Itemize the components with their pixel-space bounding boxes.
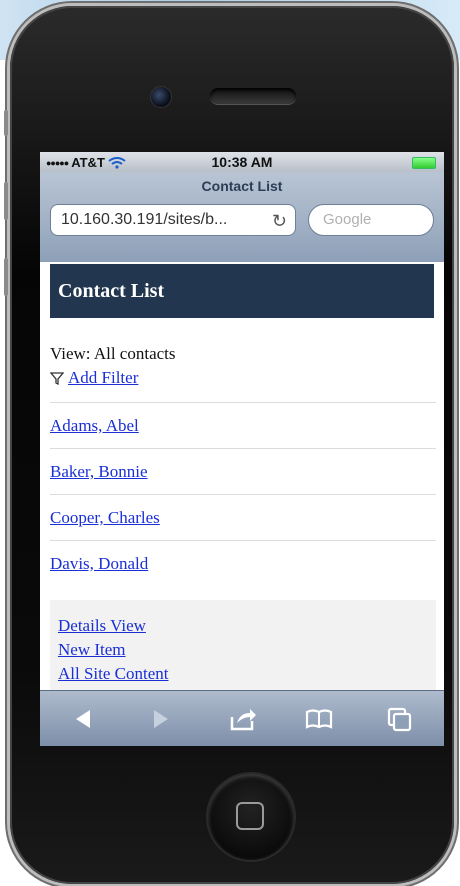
phone-screen: ●●●●● AT&T 10:38 AM Contact List 10.160.… xyxy=(40,152,444,746)
browser-toolbar xyxy=(40,690,444,746)
divider xyxy=(50,494,436,495)
funnel-icon xyxy=(50,372,64,385)
contact-link[interactable]: Adams, Abel xyxy=(50,416,139,436)
tabs-icon[interactable] xyxy=(384,705,414,733)
back-icon[interactable] xyxy=(68,705,98,733)
divider xyxy=(50,402,436,403)
side-button xyxy=(4,258,8,296)
footer-links-box: Details View New Item All Site Content xyxy=(50,600,436,700)
details-view-link[interactable]: Details View xyxy=(58,616,146,636)
search-input[interactable]: Google xyxy=(308,204,434,236)
volume-up-button xyxy=(4,110,8,136)
add-filter-link[interactable]: Add Filter xyxy=(68,368,138,388)
front-camera xyxy=(150,86,172,108)
earpiece-speaker xyxy=(210,88,296,104)
filter-row: Add Filter xyxy=(50,368,138,388)
divider xyxy=(50,540,436,541)
url-text: 10.160.30.191/sites/b... xyxy=(61,211,228,228)
volume-down-button xyxy=(4,182,8,220)
bookmarks-icon[interactable] xyxy=(304,705,334,733)
view-label: View: All contacts xyxy=(50,344,176,363)
url-field[interactable]: 10.160.30.191/sites/b... ↻ xyxy=(50,204,296,236)
list-header: Contact List xyxy=(50,264,434,318)
divider xyxy=(50,448,436,449)
browser-title-bar: Contact List 10.160.30.191/sites/b... ↻ … xyxy=(40,172,444,263)
battery-icon xyxy=(412,157,436,169)
all-site-content-link[interactable]: All Site Content xyxy=(58,664,169,684)
reload-icon[interactable]: ↻ xyxy=(272,211,287,232)
new-item-link[interactable]: New Item xyxy=(58,640,126,660)
home-square-icon xyxy=(236,802,264,830)
status-time: 10:38 AM xyxy=(211,154,273,170)
home-button[interactable] xyxy=(208,774,294,860)
contact-link[interactable]: Cooper, Charles xyxy=(50,508,160,528)
contact-link[interactable]: Baker, Bonnie xyxy=(50,462,148,482)
contact-link[interactable]: Davis, Donald xyxy=(50,554,148,574)
page-content: Contact List View: All contacts Add Filt… xyxy=(40,262,444,700)
forward-icon[interactable] xyxy=(146,705,176,733)
share-icon[interactable] xyxy=(228,705,258,733)
page-title: Contact List xyxy=(201,178,283,194)
status-bar: ●●●●● AT&T 10:38 AM xyxy=(40,152,444,172)
